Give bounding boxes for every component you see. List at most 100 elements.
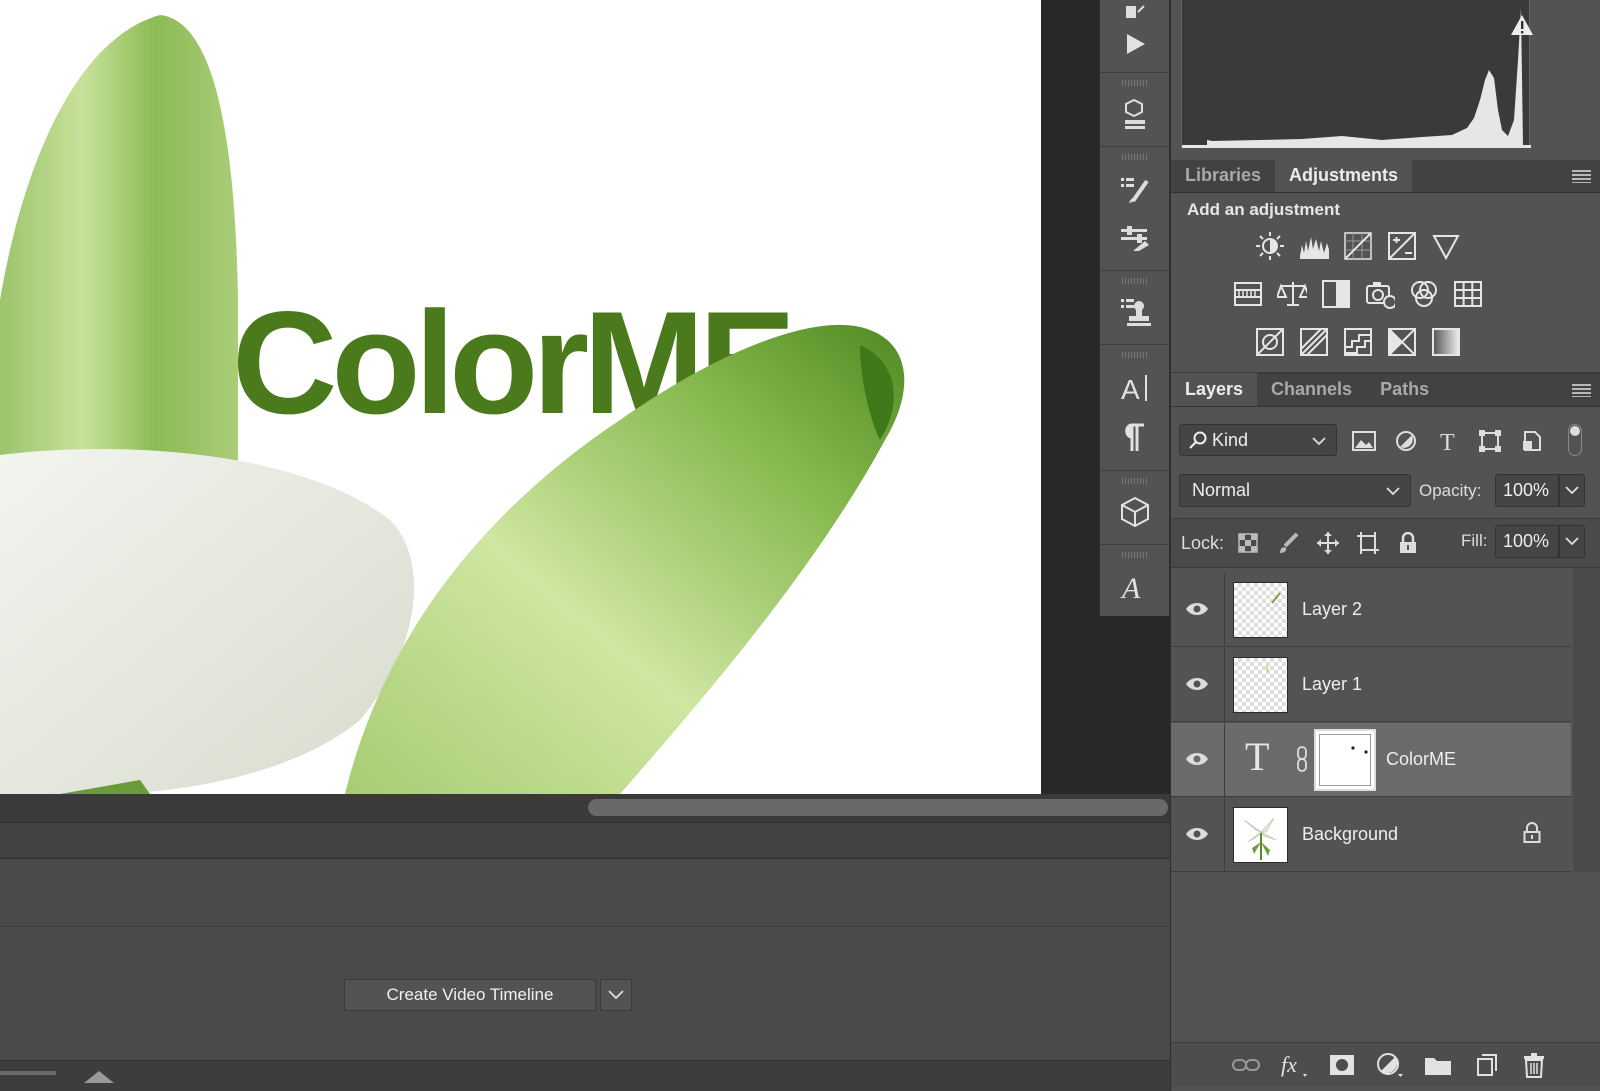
horizontal-scroll-thumb[interactable]	[588, 799, 1168, 816]
eye-icon[interactable]	[1185, 824, 1209, 844]
character-panel-button[interactable]: A	[1100, 366, 1169, 410]
text-layer-icon: T	[1245, 734, 1270, 779]
layer-style-fx-icon[interactable]: fx	[1279, 1051, 1309, 1079]
fill-input[interactable]: 100%	[1495, 525, 1559, 558]
3d-layer-panel-button[interactable]	[1100, 92, 1169, 136]
tab-channels[interactable]: Channels	[1257, 373, 1366, 406]
layer-name[interactable]: Background	[1302, 824, 1398, 845]
filter-pixel-layers-icon[interactable]	[1349, 426, 1379, 456]
layers-panel-menu-icon[interactable]	[1572, 384, 1591, 397]
panel-grip[interactable]	[1122, 352, 1148, 358]
tab-adjustments[interactable]: Adjustments	[1275, 159, 1413, 192]
hue-saturation-icon[interactable]	[1233, 279, 1263, 309]
selective-color-icon[interactable]	[1387, 327, 1417, 357]
tool-presets-button[interactable]	[1100, 216, 1169, 260]
clone-source-button[interactable]	[1100, 290, 1169, 334]
color-balance-icon[interactable]	[1277, 279, 1307, 309]
filter-smart-objects-icon[interactable]	[1517, 426, 1547, 456]
layer-row-colorme[interactable]: T ColorME	[1171, 723, 1571, 797]
invert-icon[interactable]	[1255, 327, 1285, 357]
levels-icon[interactable]	[1299, 231, 1329, 261]
vibrance-icon[interactable]	[1431, 231, 1461, 261]
adjustments-panel-menu-icon[interactable]	[1572, 170, 1591, 183]
curves-icon[interactable]	[1343, 231, 1373, 261]
eye-icon[interactable]	[1185, 674, 1209, 694]
panel-grip[interactable]	[1122, 80, 1148, 86]
channel-mixer-icon[interactable]	[1409, 279, 1439, 309]
filter-type-layers-icon[interactable]: T	[1433, 426, 1463, 456]
layer-row-layer-2[interactable]: Layer 2	[1171, 573, 1571, 647]
layers-panel-footer: fx	[1171, 1042, 1600, 1087]
eye-icon[interactable]	[1185, 599, 1209, 619]
add-layer-mask-icon[interactable]	[1327, 1051, 1357, 1079]
lock-position-icon[interactable]	[1313, 528, 1343, 558]
layer-separator	[1224, 798, 1225, 872]
lock-all-icon[interactable]	[1393, 528, 1423, 558]
tab-paths[interactable]: Paths	[1366, 373, 1443, 406]
adjustments-tab-row: Libraries Adjustments	[1171, 159, 1600, 193]
brightness-contrast-icon[interactable]	[1255, 231, 1285, 261]
horizontal-scrollbar[interactable]	[0, 794, 1170, 822]
layer-thumbnail[interactable]	[1233, 582, 1288, 638]
actions-icon	[1125, 5, 1145, 18]
eye-icon[interactable]	[1185, 749, 1209, 769]
delete-layer-trash-icon[interactable]	[1519, 1051, 1549, 1079]
photo-filter-icon[interactable]	[1365, 279, 1395, 309]
filter-shape-layers-icon[interactable]	[1475, 426, 1505, 456]
warning-icon[interactable]	[1510, 14, 1534, 36]
brush-presets-button[interactable]	[1100, 168, 1169, 212]
layer-separator	[1224, 723, 1225, 797]
layer-name[interactable]: Layer 2	[1302, 599, 1362, 620]
glyphs-panel-button[interactable]: A	[1100, 564, 1169, 608]
document-canvas[interactable]: ColorME	[0, 0, 1041, 794]
lock-transparent-pixels-icon[interactable]	[1233, 528, 1263, 558]
layer-name[interactable]: ColorME	[1386, 749, 1456, 770]
mountain-icon[interactable]	[84, 1069, 114, 1083]
color-lookup-icon[interactable]	[1453, 279, 1483, 309]
panel-grip[interactable]	[1122, 552, 1148, 558]
layer-row-layer-1[interactable]: Layer 1	[1171, 648, 1571, 722]
layer-thumbnail[interactable]	[1233, 657, 1288, 713]
layer-filter-kind-value: Kind	[1212, 429, 1249, 450]
blend-mode-select[interactable]: Normal	[1179, 474, 1411, 507]
right-panel-dock: Libraries Adjustments Add an adjustment	[1170, 0, 1600, 1091]
timeline-options-dropdown[interactable]	[600, 979, 632, 1011]
link-icon[interactable]	[1295, 745, 1309, 773]
timeline-zoom-slider[interactable]	[0, 1071, 56, 1075]
black-white-icon[interactable]	[1321, 279, 1351, 309]
opacity-input[interactable]: 100%	[1495, 474, 1559, 507]
fill-dropdown[interactable]	[1559, 525, 1585, 558]
filter-adjustment-layers-icon[interactable]	[1391, 426, 1421, 456]
timeline-panel: Create Video Timeline	[0, 859, 1170, 1060]
layer-mask-thumbnail[interactable]	[1314, 729, 1376, 791]
panel-grip[interactable]	[1122, 478, 1148, 484]
panel-grip[interactable]	[1122, 278, 1148, 284]
workspace-background	[1041, 0, 1099, 794]
new-group-folder-icon[interactable]	[1423, 1051, 1453, 1079]
layer-row-background[interactable]: Background	[1171, 798, 1571, 872]
panel-grip[interactable]	[1122, 154, 1148, 160]
gradient-map-icon[interactable]	[1431, 327, 1461, 357]
layer-name[interactable]: Layer 1	[1302, 674, 1362, 695]
layer-filter-kind-select[interactable]: Kind	[1179, 424, 1337, 456]
opacity-dropdown[interactable]	[1559, 474, 1585, 507]
lock-image-pixels-icon[interactable]	[1273, 528, 1303, 558]
paragraph-panel-button[interactable]	[1100, 416, 1169, 460]
posterize-icon[interactable]	[1299, 327, 1329, 357]
tab-layers[interactable]: Layers	[1171, 373, 1258, 406]
layer-thumbnail[interactable]	[1233, 807, 1288, 863]
timeline-divider	[0, 926, 1170, 927]
3d-panel-button[interactable]	[1100, 490, 1169, 534]
create-video-timeline-button[interactable]: Create Video Timeline	[344, 979, 596, 1011]
play-button[interactable]	[1100, 22, 1169, 66]
tab-libraries[interactable]: Libraries	[1171, 159, 1275, 192]
exposure-icon[interactable]	[1387, 231, 1417, 261]
strip-separator	[1100, 146, 1169, 147]
new-adjustment-layer-icon[interactable]	[1375, 1051, 1405, 1079]
new-layer-icon[interactable]	[1471, 1051, 1501, 1079]
link-layers-icon[interactable]	[1231, 1051, 1261, 1079]
lock-artboard-icon[interactable]	[1353, 528, 1383, 558]
layer-filter-toggle[interactable]	[1568, 424, 1582, 456]
threshold-icon[interactable]	[1343, 327, 1373, 357]
chevron-down-icon	[1386, 487, 1400, 496]
